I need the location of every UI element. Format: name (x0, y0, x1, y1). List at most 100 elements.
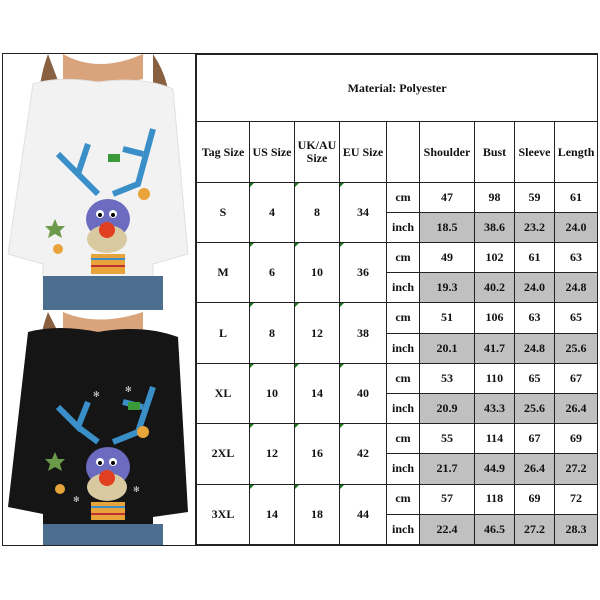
header-shoulder: Shoulder (419, 121, 475, 183)
sleeve-cm-cell: 61 (514, 242, 555, 274)
sleeve-inch-cell: 25.6 (514, 392, 555, 425)
size-row-cm: M 6 10 36 cm 49 102 61 63 (196, 242, 599, 304)
header-bust: Bust (474, 121, 515, 183)
size-chart-frame: ✻ ✻ ✻ ✻ Material: Polyester Tag Size US … (2, 53, 599, 546)
sleeve-cm-cell: 69 (514, 483, 555, 515)
sleeve-inch-cell: 26.4 (514, 453, 555, 485)
product-photos: ✻ ✻ ✻ ✻ (3, 54, 196, 545)
header-unit (386, 121, 420, 183)
tag-size-cell: XL (196, 362, 250, 425)
unit-cm-label: cm (386, 362, 420, 394)
sleeve-cm-cell: 65 (514, 362, 555, 394)
header-ukau-line2: Size (306, 151, 328, 166)
bust-inch-cell: 44.9 (474, 453, 515, 485)
white-sweatshirt-photo (3, 54, 195, 302)
size-row-cm: 3XL 14 18 44 cm 57 118 69 72 (196, 483, 599, 545)
unit-cm-label: cm (386, 423, 420, 455)
eu-size-cell: 38 (339, 302, 387, 364)
header-length: Length (553, 121, 599, 183)
unit-inch-label: inch (386, 513, 420, 546)
header-ukau-line1: UK/AU (297, 137, 337, 152)
header-row: Tag Size US Size UK/AU Size EU Size Shoul… (196, 121, 599, 183)
length-cm-cell: 67 (553, 362, 599, 394)
shoulder-cm-cell: 51 (419, 302, 475, 334)
length-cm-cell: 65 (553, 302, 599, 334)
black-sweatshirt-photo: ✻ ✻ ✻ ✻ (3, 302, 195, 545)
shoulder-cm-cell: 47 (419, 181, 475, 213)
shoulder-cm-cell: 49 (419, 242, 475, 274)
material-title: Material: Polyester (195, 53, 599, 123)
us-size-cell: 6 (249, 242, 295, 304)
bust-cm-cell: 118 (474, 483, 515, 515)
eu-size-cell: 44 (339, 483, 387, 545)
length-inch-cell: 27.2 (553, 453, 599, 485)
us-size-cell: 8 (249, 302, 295, 364)
length-cm-cell: 61 (553, 181, 599, 213)
tag-size-cell: S (196, 181, 250, 244)
unit-cm-label: cm (386, 242, 420, 274)
ukau-size-cell: 10 (294, 242, 340, 304)
eu-size-cell: 34 (339, 181, 387, 244)
size-chart-table: Material: Polyester Tag Size US Size UK/… (195, 53, 599, 546)
svg-text:✻: ✻ (93, 390, 100, 399)
bust-inch-cell: 40.2 (474, 272, 515, 304)
unit-cm-label: cm (386, 483, 420, 515)
tag-size-cell: 2XL (196, 423, 250, 485)
length-cm-cell: 63 (553, 242, 599, 274)
shoulder-inch-cell: 18.5 (419, 211, 475, 244)
tag-size-cell: 3XL (196, 483, 250, 545)
us-size-cell: 10 (249, 362, 295, 425)
eu-size-cell: 40 (339, 362, 387, 425)
unit-inch-label: inch (386, 211, 420, 244)
bust-cm-cell: 110 (474, 362, 515, 394)
header-eu-size: EU Size (339, 121, 387, 183)
bust-inch-cell: 43.3 (474, 392, 515, 425)
length-inch-cell: 24.8 (553, 272, 599, 304)
header-tag-size: Tag Size (196, 121, 250, 183)
bust-cm-cell: 98 (474, 181, 515, 213)
svg-text:✻: ✻ (133, 485, 140, 494)
shoulder-inch-cell: 21.7 (419, 453, 475, 485)
white-sweatshirt-illustration (3, 54, 195, 302)
shoulder-inch-cell: 20.9 (419, 392, 475, 425)
unit-inch-label: inch (386, 332, 420, 364)
length-inch-cell: 28.3 (553, 513, 599, 546)
unit-inch-label: inch (386, 392, 420, 425)
sleeve-cm-cell: 67 (514, 423, 555, 455)
ukau-size-cell: 8 (294, 181, 340, 244)
shoulder-cm-cell: 57 (419, 483, 475, 515)
bust-inch-cell: 38.6 (474, 211, 515, 244)
ukau-size-cell: 16 (294, 423, 340, 485)
sleeve-inch-cell: 23.2 (514, 211, 555, 244)
unit-cm-label: cm (386, 181, 420, 213)
tag-size-cell: L (196, 302, 250, 364)
unit-inch-label: inch (386, 453, 420, 485)
unit-inch-label: inch (386, 272, 420, 304)
bust-cm-cell: 106 (474, 302, 515, 334)
ukau-size-cell: 12 (294, 302, 340, 364)
us-size-cell: 4 (249, 181, 295, 244)
length-inch-cell: 25.6 (553, 332, 599, 364)
sleeve-inch-cell: 24.0 (514, 272, 555, 304)
svg-text:✻: ✻ (125, 385, 132, 394)
unit-cm-label: cm (386, 302, 420, 334)
length-inch-cell: 26.4 (553, 392, 599, 425)
eu-size-cell: 36 (339, 242, 387, 304)
ukau-size-cell: 14 (294, 362, 340, 425)
tag-size-cell: M (196, 242, 250, 304)
us-size-cell: 12 (249, 423, 295, 485)
svg-text:✻: ✻ (73, 495, 80, 504)
size-row-cm: XL 10 14 40 cm 53 110 65 67 (196, 362, 599, 425)
us-size-cell: 14 (249, 483, 295, 545)
size-row-cm: 2XL 12 16 42 cm 55 114 67 69 (196, 423, 599, 485)
header-us-size: US Size (249, 121, 295, 183)
black-sweatshirt-illustration: ✻ ✻ ✻ ✻ (3, 302, 195, 545)
shoulder-inch-cell: 19.3 (419, 272, 475, 304)
size-rows: S 4 8 34 cm 47 98 59 61 inch 18.5 38.6 23.2 24.0 M 6 10 3… (196, 181, 599, 546)
shoulder-cm-cell: 55 (419, 423, 475, 455)
bust-cm-cell: 102 (474, 242, 515, 274)
length-cm-cell: 72 (553, 483, 599, 515)
sleeve-inch-cell: 24.8 (514, 332, 555, 364)
header-ukau-size: UK/AU Size (294, 121, 340, 183)
bust-inch-cell: 46.5 (474, 513, 515, 546)
